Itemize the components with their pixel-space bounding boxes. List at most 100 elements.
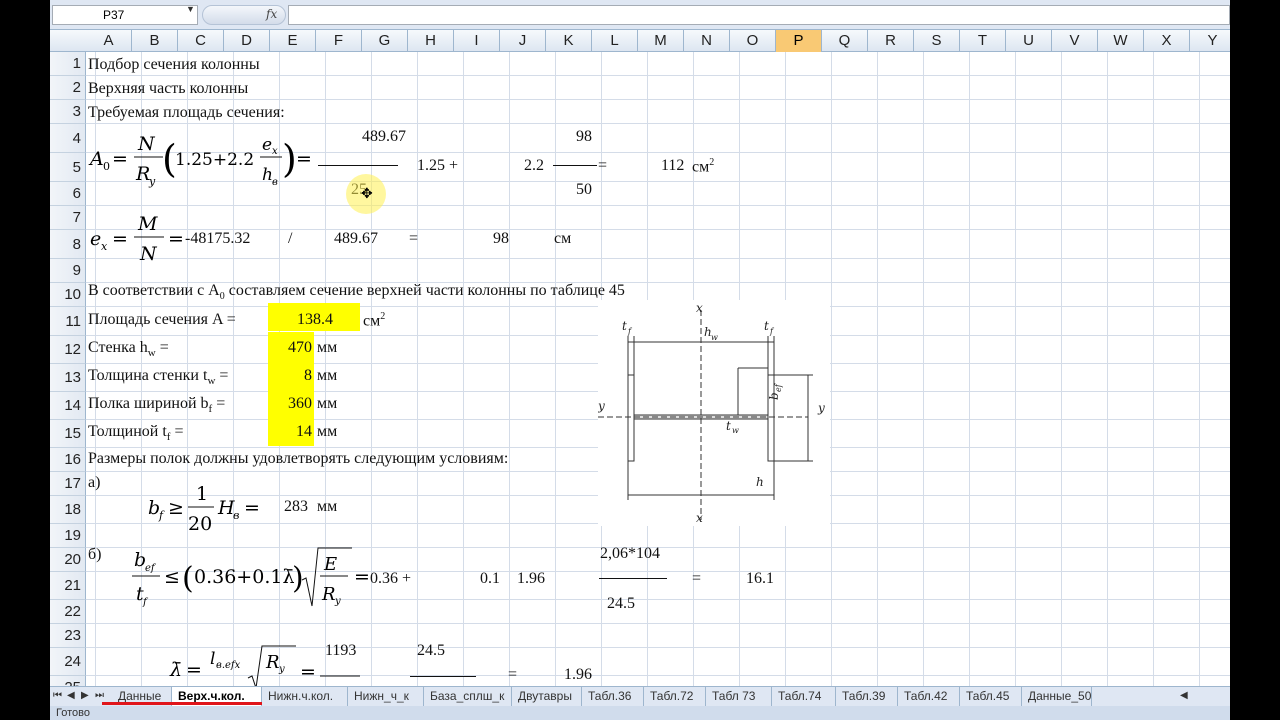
cell-a13[interactable]: Толщина стенки tw = [88, 368, 228, 387]
cell-j8[interactable]: 98 [493, 231, 509, 247]
column-header-x[interactable]: X [1144, 30, 1190, 52]
column-header-j[interactable]: J [500, 30, 546, 52]
cell-j5[interactable]: 2.2 [524, 158, 544, 174]
formula-input[interactable] [288, 5, 1230, 25]
cell-k25[interactable]: = [508, 667, 517, 683]
hscroll-left-icon[interactable]: ◀ [1180, 690, 1188, 701]
row-header-23[interactable]: 23 [50, 624, 86, 648]
column-header-t[interactable]: T [960, 30, 1006, 52]
row-header-6[interactable]: 6 [50, 182, 86, 206]
cell-g8[interactable]: 489.67 [334, 231, 378, 247]
cell-i8[interactable]: = [409, 231, 418, 247]
row-header-11[interactable]: 11 [50, 307, 86, 336]
cell-o21[interactable]: 16.1 [746, 571, 774, 587]
cell-g13[interactable]: 8 [268, 368, 312, 384]
row-header-15[interactable]: 15 [50, 420, 86, 448]
cell-h14[interactable]: мм [317, 396, 337, 412]
column-header-w[interactable]: W [1098, 30, 1144, 52]
cell-h11[interactable]: см2 [363, 312, 385, 329]
row-header-2[interactable]: 2 [50, 76, 86, 100]
sheet-tab[interactable]: Нижн_ч_к [348, 687, 424, 706]
cell-f4[interactable]: 489.67 [362, 129, 406, 145]
cell-l25[interactable]: 1.96 [564, 667, 592, 683]
cell-j21[interactable]: 0.1 [480, 571, 500, 587]
row-header-9[interactable]: 9 [50, 259, 86, 283]
column-header-n[interactable]: N [684, 30, 730, 52]
cell-a17[interactable]: а) [88, 475, 100, 491]
column-header-o[interactable]: O [730, 30, 776, 52]
cell-a1[interactable]: Подбор сечения колонны [88, 57, 260, 73]
column-header-q[interactable]: Q [822, 30, 868, 52]
column-header-k[interactable]: K [546, 30, 592, 52]
row-header-3[interactable]: 3 [50, 100, 86, 124]
column-header-p[interactable]: P [776, 30, 822, 52]
sheet-tab[interactable]: Табл.72 [644, 687, 706, 706]
cell-h5[interactable]: 1.25 + [417, 158, 458, 174]
sheet-tab[interactable]: Табл.39 [836, 687, 898, 706]
sheet-tab[interactable]: Нижн.ч.кол. [262, 687, 348, 706]
row-header-7[interactable]: 7 [50, 206, 86, 230]
row-header-16[interactable]: 16 [50, 448, 86, 472]
cell-a3[interactable]: Требуемая площадь сечения: [88, 105, 285, 121]
cell-l20[interactable]: 2,06*104 [600, 546, 660, 562]
row-header-18[interactable]: 18 [50, 496, 86, 524]
cell-a20[interactable]: б) [88, 547, 101, 563]
cell-l22[interactable]: 24.5 [607, 596, 635, 612]
sheet-tab[interactable]: Двутавры [512, 687, 582, 706]
cell-l5[interactable]: = [598, 158, 607, 174]
row-header-22[interactable]: 22 [50, 600, 86, 624]
column-header-b[interactable]: B [132, 30, 178, 52]
cell-k6[interactable]: 50 [576, 182, 592, 198]
column-header-u[interactable]: U [1006, 30, 1052, 52]
cell-g15[interactable]: 14 [268, 424, 312, 440]
fx-icon[interactable]: fx [266, 7, 277, 21]
column-header-g[interactable]: G [362, 30, 408, 52]
cell-h15[interactable]: мм [317, 424, 337, 440]
cell-n21[interactable]: = [692, 571, 701, 587]
cell-a2[interactable]: Верхняя часть колонны [88, 81, 248, 97]
sheet-tab[interactable]: Табл.74 [772, 687, 836, 706]
next-sheet-icon[interactable]: ▶ [81, 690, 89, 701]
name-box[interactable]: P37 [52, 5, 198, 25]
column-header-f[interactable]: F [316, 30, 362, 52]
column-header-c[interactable]: C [178, 30, 224, 52]
row-header-14[interactable]: 14 [50, 392, 86, 420]
column-header-a[interactable]: A [86, 30, 132, 52]
row-header-13[interactable]: 13 [50, 364, 86, 392]
sheet-tab[interactable]: Табл.36 [582, 687, 644, 706]
cell-g11[interactable]: 138.4 [297, 312, 333, 328]
cell-l8[interactable]: см [554, 231, 571, 247]
column-header-l[interactable]: L [592, 30, 638, 52]
sheet-tab[interactable]: База_сплш_к [424, 687, 512, 706]
row-header-19[interactable]: 19 [50, 524, 86, 548]
cell-g21[interactable]: 0.36 + [370, 571, 411, 587]
row-header-4[interactable]: 4 [50, 124, 86, 153]
column-header-v[interactable]: V [1052, 30, 1098, 52]
sheet-tab[interactable]: Табл 73 [706, 687, 772, 706]
cell-a10[interactable]: В соответствии с A0 составляем сечение в… [88, 283, 625, 302]
cell-a15[interactable]: Толщиной tf = [88, 424, 184, 443]
row-header-21[interactable]: 21 [50, 572, 86, 600]
cell-a14[interactable]: Полка шириной bf = [88, 396, 225, 415]
row-header-24[interactable]: 24 [50, 648, 86, 676]
cell-a11[interactable]: Площадь сечения A = [88, 312, 236, 328]
column-header-e[interactable]: E [270, 30, 316, 52]
row-header-12[interactable]: 12 [50, 336, 86, 364]
cell-d8[interactable]: -48175.32 [185, 231, 250, 247]
row-header-5[interactable]: 5 [50, 153, 86, 182]
column-header-h[interactable]: H [408, 30, 454, 52]
cell-k21[interactable]: 1.96 [517, 571, 545, 587]
sheet-tab[interactable]: Данные_50 [1022, 687, 1092, 706]
cell-f18[interactable]: 283 [284, 499, 308, 515]
cell-g12[interactable]: 470 [268, 340, 312, 356]
cell-a12[interactable]: Стенка hw = [88, 340, 169, 359]
row-header-17[interactable]: 17 [50, 472, 86, 496]
row-header-8[interactable]: 8 [50, 230, 86, 259]
column-header-m[interactable]: M [638, 30, 684, 52]
cell-g14[interactable]: 360 [268, 396, 312, 412]
sheet-tab[interactable]: Табл.42 [898, 687, 960, 706]
cell-a16[interactable]: Размеры полок должны удовлетворять следу… [88, 451, 508, 467]
cell-i24[interactable]: 24.5 [417, 643, 445, 659]
cell-f24[interactable]: 1193 [325, 643, 356, 659]
row-header-10[interactable]: 10 [50, 283, 86, 307]
